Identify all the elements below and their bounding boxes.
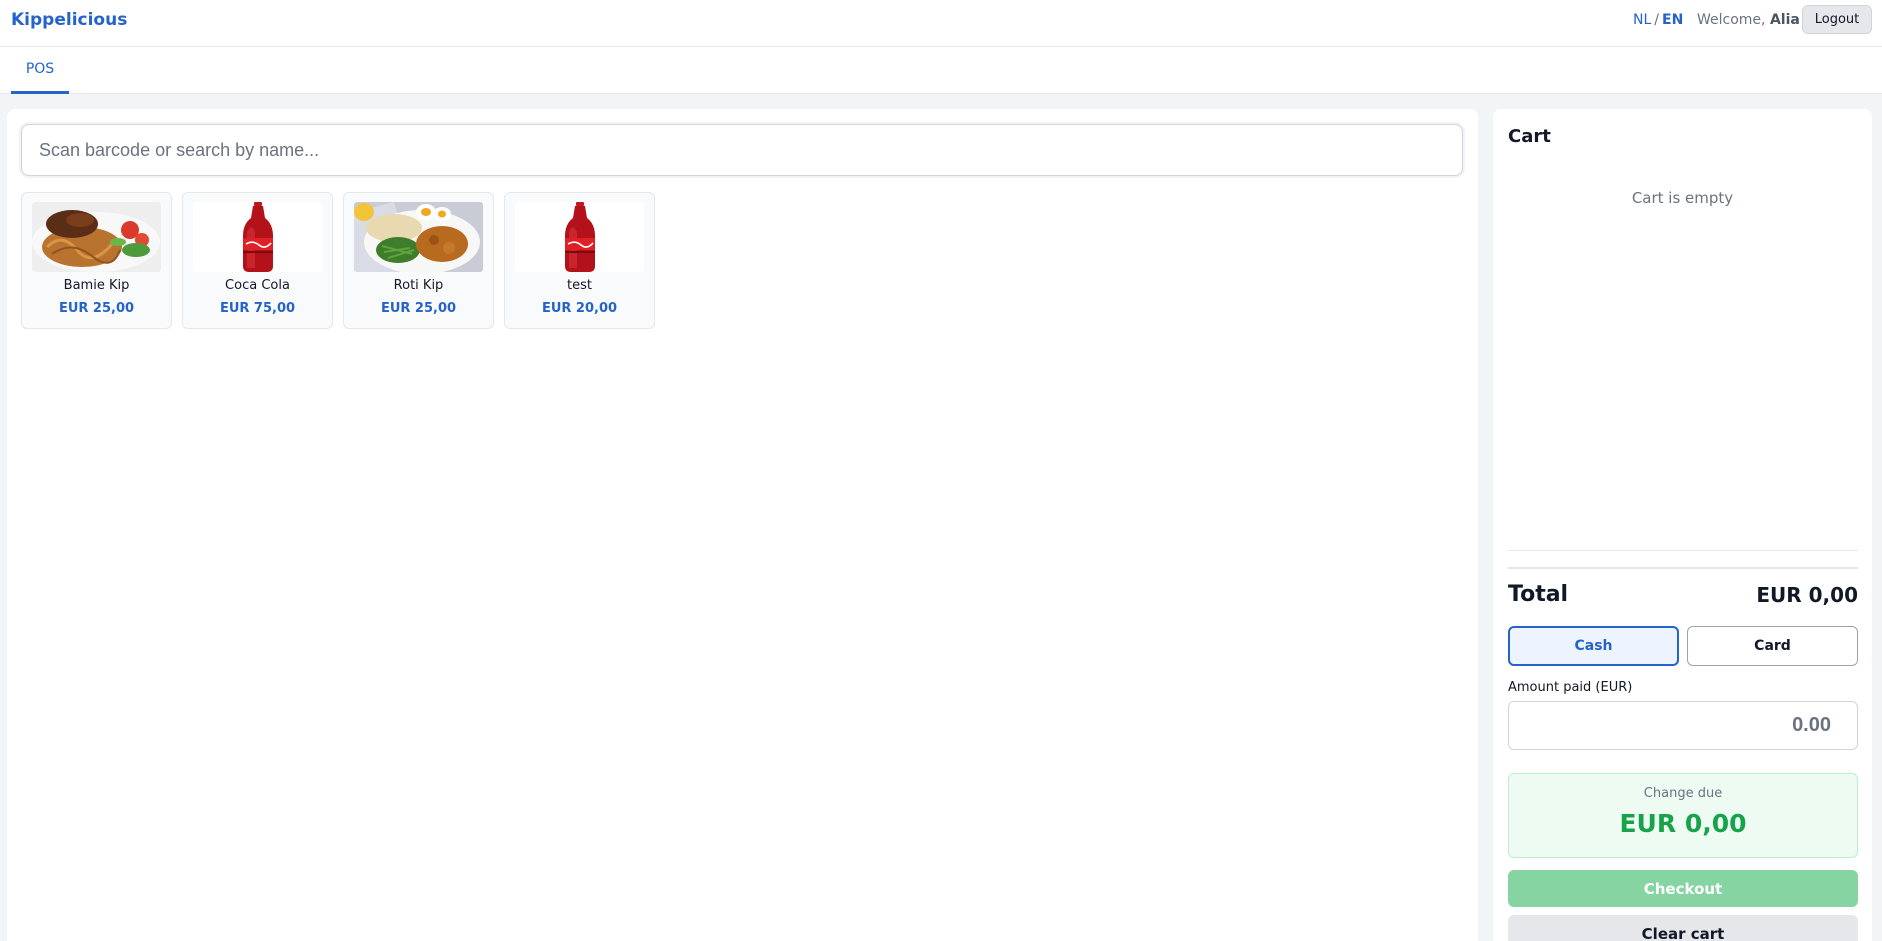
change-due-value: EUR 0,00 [1619,809,1747,838]
user-name: Alia [1769,12,1800,28]
cart-panel: Cart Cart is empty Total EUR 0,00 Cash C… [1493,109,1872,941]
amount-paid-label: Amount paid (EUR) [1508,680,1633,695]
checkout-button[interactable]: Checkout [1508,870,1858,907]
change-due-label: Change due [1643,786,1723,801]
product-card[interactable]: Coca Cola EUR 75,00 [182,192,333,329]
cart-divider [1508,550,1858,551]
brand-logo[interactable]: Kippelicious [11,10,127,30]
pay-cash-button[interactable]: Cash [1508,626,1679,666]
product-price: EUR 20,00 [541,301,618,316]
lang-separator: / [1654,12,1659,28]
top-bar: Kippelicious NL / EN Welcome, Alia Logout [0,0,1882,47]
product-price: EUR 25,00 [380,301,457,316]
welcome-prefix: Welcome, [1697,12,1766,28]
product-card[interactable]: Bamie Kip EUR 25,00 [21,192,172,329]
lang-en-link[interactable]: EN [1662,12,1683,28]
product-image-cola [193,202,322,272]
welcome-message: Welcome, Alia [1697,12,1800,28]
product-price: EUR 25,00 [58,301,135,316]
language-switcher: NL / EN [1633,12,1683,28]
product-image-noodles [32,202,161,272]
amount-paid-input[interactable] [1508,701,1858,750]
product-card[interactable]: Roti Kip EUR 25,00 [343,192,494,329]
change-due-box: Change due EUR 0,00 [1508,773,1858,858]
product-name: Roti Kip [393,278,444,293]
product-card[interactable]: test EUR 20,00 [504,192,655,329]
product-price: EUR 75,00 [219,301,296,316]
tab-pos[interactable]: POS [11,47,69,94]
product-grid: Bamie Kip EUR 25,00 Coca Cola EUR 75,00 [21,192,655,329]
product-name: test [567,278,592,293]
lang-nl-link[interactable]: NL [1633,12,1651,28]
product-image-cola [515,202,644,272]
product-name: Coca Cola [225,278,290,293]
product-name: Bamie Kip [63,278,130,293]
cart-divider [1508,567,1858,569]
cart-empty-message: Cart is empty [1631,189,1734,207]
total-label: Total [1508,582,1569,607]
clear-cart-button[interactable]: Clear cart [1508,915,1858,941]
cart-title: Cart [1508,126,1551,147]
logout-button[interactable]: Logout [1802,5,1872,34]
total-value: EUR 0,00 [1756,583,1858,607]
pay-card-button[interactable]: Card [1687,626,1858,666]
search-input[interactable] [21,124,1463,176]
tab-bar: POS [0,47,1882,94]
product-image-roti [354,202,483,272]
products-panel: Bamie Kip EUR 25,00 Coca Cola EUR 75,00 [7,109,1478,941]
